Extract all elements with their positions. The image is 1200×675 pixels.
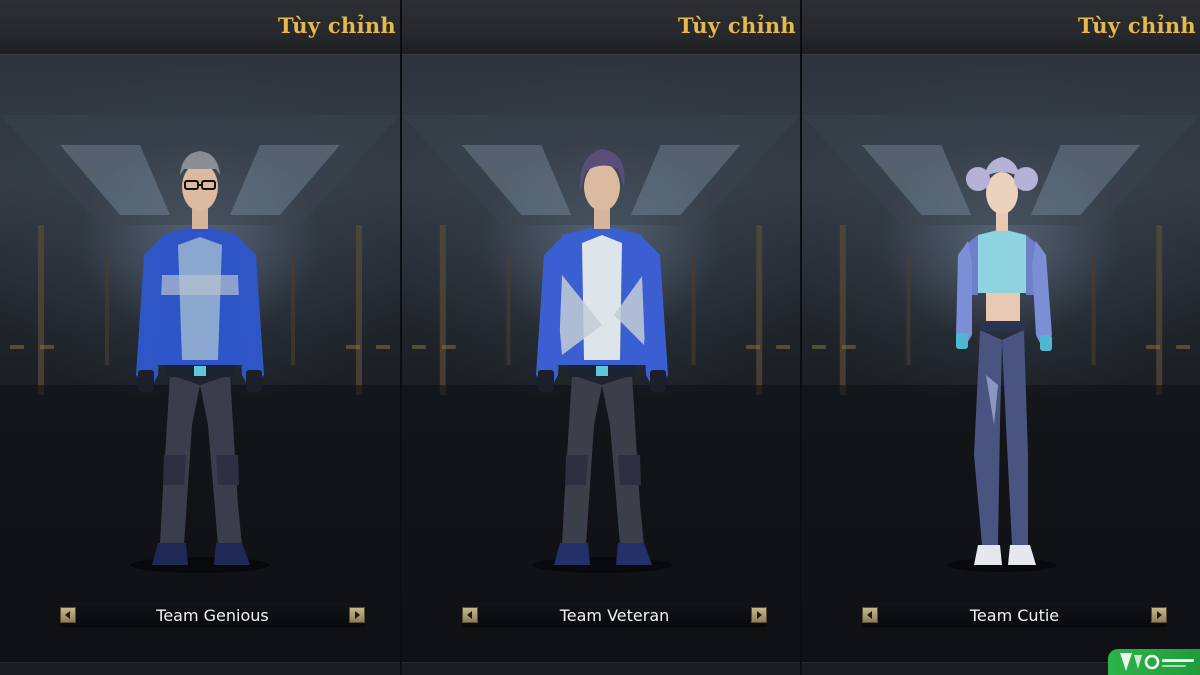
panel-header: Tùy chỉnh bbox=[802, 0, 1200, 55]
panel-header: Tùy chỉnh bbox=[0, 0, 400, 55]
panel-footer bbox=[0, 662, 400, 675]
arrow-right-icon[interactable] bbox=[751, 607, 767, 623]
arrow-right-icon[interactable] bbox=[1151, 607, 1167, 623]
team-name: Team Cutie bbox=[969, 606, 1060, 625]
panel-footer bbox=[402, 662, 800, 675]
team-selector: Team Genious bbox=[60, 603, 365, 627]
character-preview: Team Veteran bbox=[402, 55, 800, 675]
panel-title: Tùy chỉnh bbox=[277, 13, 396, 38]
character-outfit-panels: Tùy chỉnh Team Genious Tùy chỉnh Team Ve… bbox=[0, 0, 1200, 675]
character-preview: Team Cutie bbox=[802, 55, 1200, 675]
vtc-online-logo-mark bbox=[1120, 653, 1194, 671]
arrow-left-icon[interactable] bbox=[862, 607, 878, 623]
team-name: Team Veteran bbox=[559, 606, 670, 625]
arrow-left-icon[interactable] bbox=[462, 607, 478, 623]
character-model-genious bbox=[130, 151, 270, 573]
panel-header: Tùy chỉnh bbox=[402, 0, 800, 55]
team-selector: Team Veteran bbox=[462, 603, 767, 627]
vtc-online-logo bbox=[1108, 649, 1200, 675]
team-selector: Team Cutie bbox=[862, 603, 1167, 627]
character-model-veteran bbox=[532, 149, 672, 573]
character-model-cutie bbox=[947, 157, 1057, 572]
panel-title: Tùy chỉnh bbox=[1077, 13, 1196, 38]
outfit-panel-cutie: Tùy chỉnh Team Cutie bbox=[802, 0, 1200, 675]
outfit-panel-genious: Tùy chỉnh Team Genious bbox=[0, 0, 400, 675]
arrow-right-icon[interactable] bbox=[349, 607, 365, 623]
team-name: Team Genious bbox=[156, 606, 269, 625]
outfit-panel-veteran: Tùy chỉnh Team Veteran bbox=[402, 0, 800, 675]
panel-title: Tùy chỉnh bbox=[677, 13, 796, 38]
character-preview: Team Genious bbox=[0, 55, 400, 675]
arrow-left-icon[interactable] bbox=[60, 607, 76, 623]
